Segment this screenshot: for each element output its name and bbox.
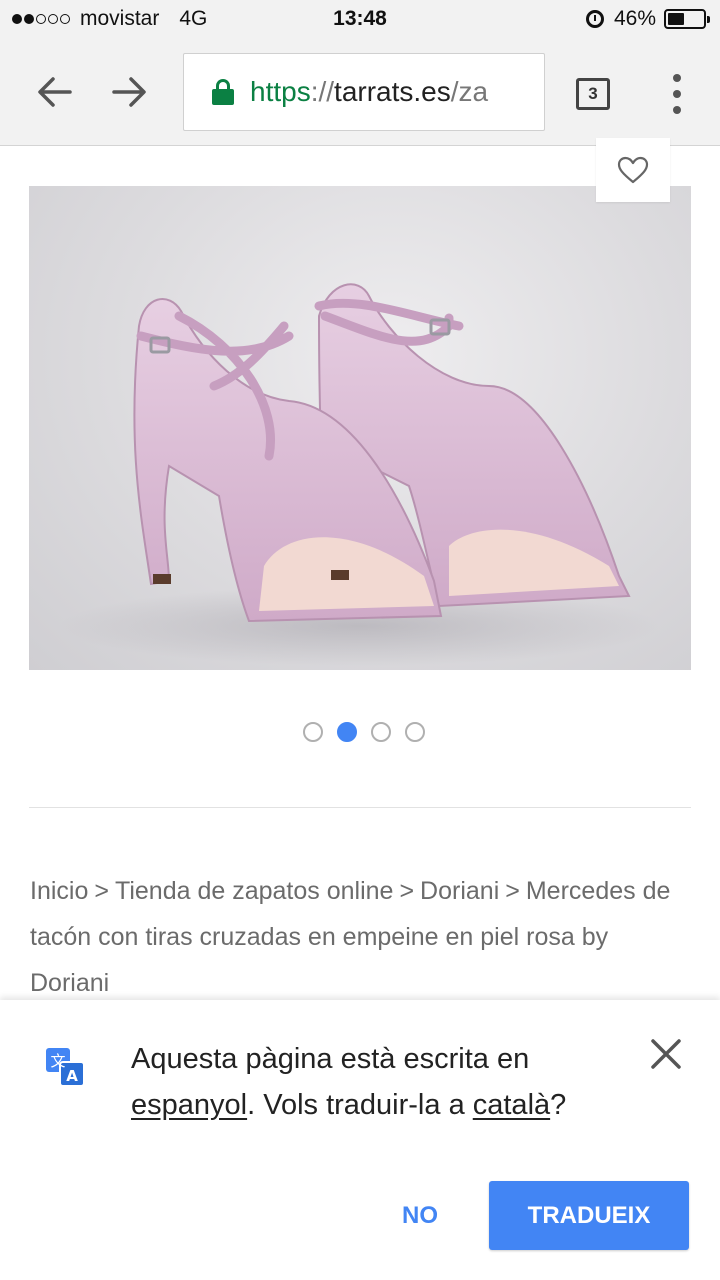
battery-percent: 46% [613,7,656,30]
url-bar[interactable]: https://tarrats.es/za [183,53,545,131]
lock-icon [212,79,234,105]
more-menu-button[interactable] [670,74,684,114]
browser-toolbar: https://tarrats.es/za 3 [0,40,720,146]
menu-dot [673,106,681,114]
target-language-link[interactable]: català [473,1089,550,1121]
tab-switcher-button[interactable]: 3 [576,78,610,110]
url-separator: :// [310,76,335,107]
battery-icon [664,9,710,29]
breadcrumb-link-doriani[interactable]: Doriani [420,877,499,905]
url-scheme: https [250,76,311,107]
source-language-link[interactable]: espanyol [131,1089,247,1121]
breadcrumb-link-tienda[interactable]: Tienda de zapatos online [115,877,393,905]
heart-icon [617,156,649,184]
breadcrumb: Inicio > Tienda de zapatos online > Doriani >… [30,868,690,1006]
translate-message-text: Aquesta pàgina està escrita en [131,1043,530,1075]
url-host: tarrats.es [334,76,451,107]
menu-dot [673,90,681,98]
translate-message: Aquesta pàgina està escrita en espanyol.… [131,1036,611,1128]
carousel-dot-active[interactable] [337,722,357,742]
alarm-icon [585,10,604,28]
status-bar: movistar 4G 13:48 46% [0,0,720,40]
back-button[interactable] [32,70,76,114]
arrow-right-icon [112,77,146,107]
breadcrumb-separator: > [94,877,109,905]
carousel-dot[interactable] [371,722,391,742]
translate-icon: 文 A [46,1048,85,1087]
arrow-left-icon [38,77,72,107]
decline-translation-button[interactable]: NO [388,1182,452,1250]
translate-message-text: ? [550,1089,567,1121]
divider [29,807,691,808]
breadcrumb-separator: > [505,877,520,905]
svg-text:文: 文 [50,1052,65,1070]
pink-shoes-illustration [59,283,659,666]
translate-message-text: . Vols traduir-la a [247,1089,473,1121]
breadcrumb-separator: > [399,877,415,905]
close-icon[interactable] [648,1036,684,1072]
image-carousel-indicator [0,722,720,742]
breadcrumb-link-inicio[interactable]: Inicio [30,877,88,905]
url-text: https://tarrats.es/za [250,76,488,108]
url-path: /za [450,76,489,107]
carousel-dot[interactable] [405,722,425,742]
carousel-dot[interactable] [303,722,323,742]
svg-text:A: A [66,1067,78,1085]
wishlist-button[interactable] [596,138,670,202]
forward-button[interactable] [108,70,152,114]
product-image[interactable] [29,186,691,670]
status-right: 46% [585,7,710,31]
menu-dot [673,74,681,82]
translate-button[interactable]: TRADUEIX [489,1181,689,1250]
battery-level [668,13,684,25]
